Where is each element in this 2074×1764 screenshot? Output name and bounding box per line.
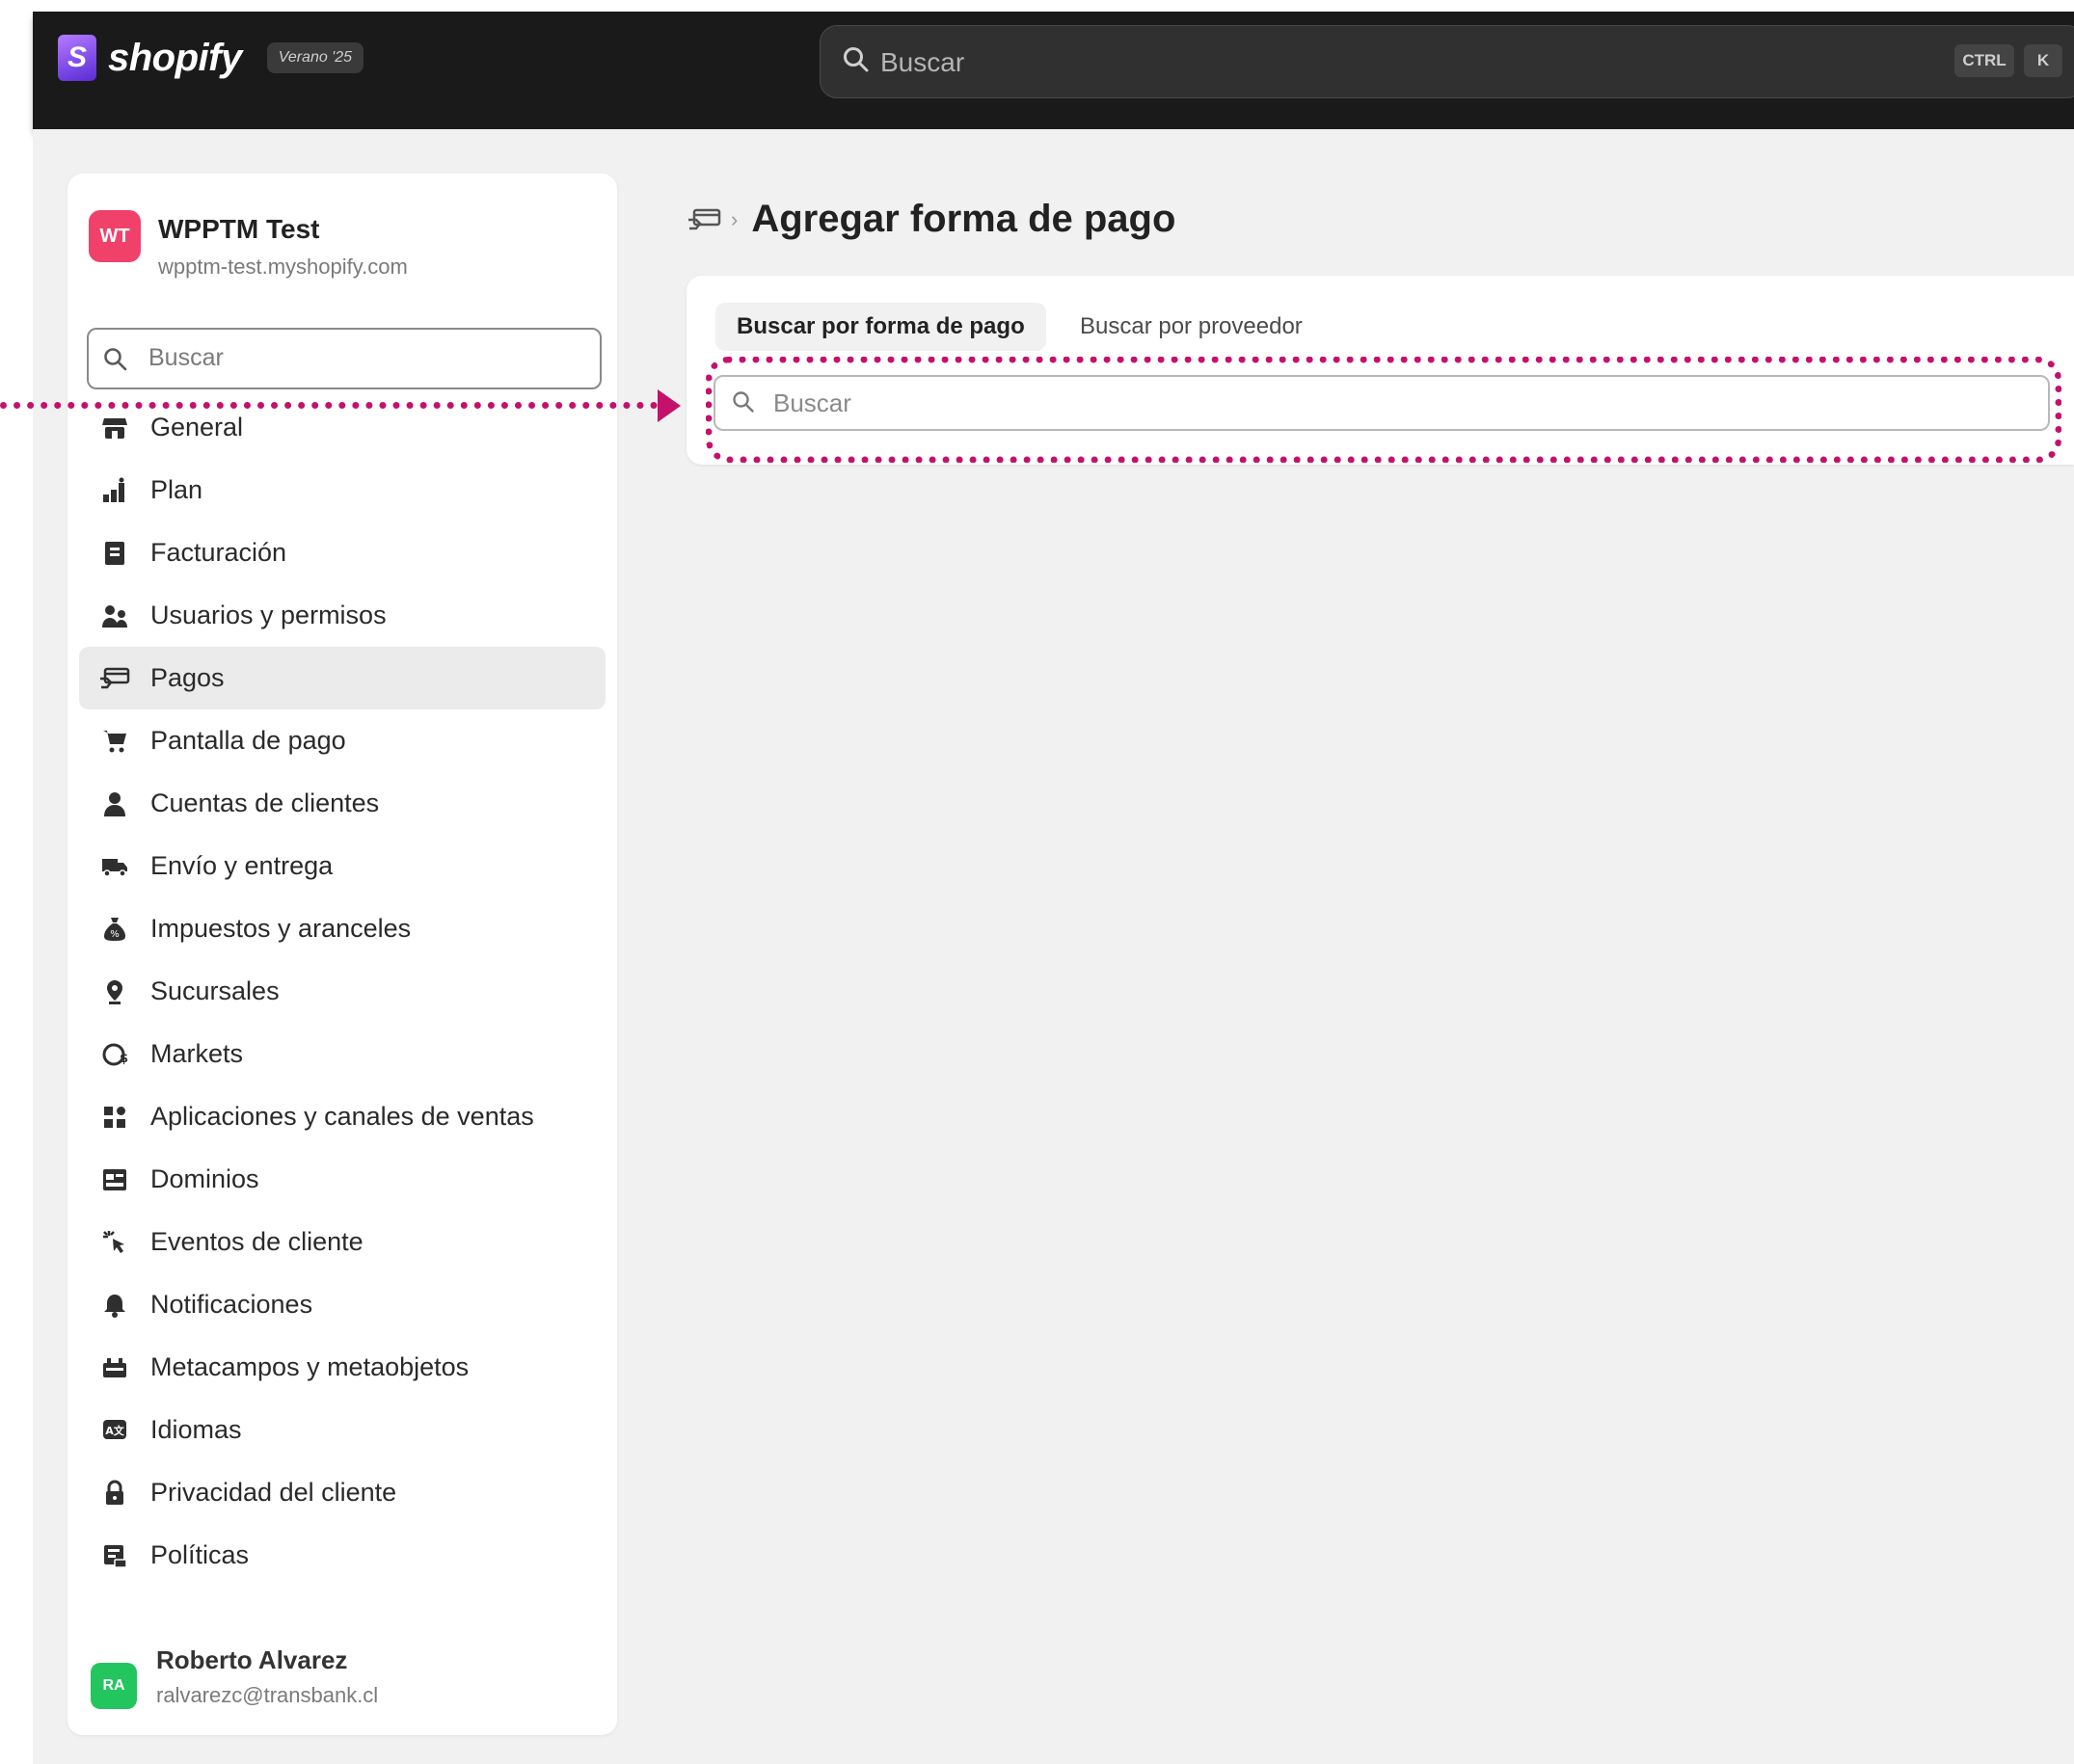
truck-icon xyxy=(98,850,131,883)
domains-icon xyxy=(98,1163,131,1196)
tab-search-by-provider[interactable]: Buscar por proveedor xyxy=(1059,303,1324,351)
user-email: ralvarezc@transbank.cl xyxy=(156,1683,379,1707)
sidebar-item-label: Dominios xyxy=(150,1164,259,1193)
search-icon xyxy=(733,391,754,413)
sidebar-item-label: Plan xyxy=(150,475,203,504)
sidebar-item-domains[interactable]: Dominios xyxy=(67,1148,617,1211)
users-icon xyxy=(98,600,131,632)
settings-nav: General Plan Facturación Usuarios y perm… xyxy=(67,396,617,1587)
store-icon xyxy=(98,412,131,444)
sidebar-item-shipping[interactable]: Envío y entrega xyxy=(67,835,617,897)
sidebar-item-label: Envío y entrega xyxy=(150,851,334,880)
shortcut-k-key: K xyxy=(2024,44,2062,77)
metafields-icon xyxy=(98,1351,131,1384)
page-header: › Agregar forma de pago xyxy=(687,198,1175,241)
sidebar-item-privacy[interactable]: Privacidad del cliente xyxy=(67,1461,617,1524)
sidebar-item-notifications[interactable]: Notificaciones xyxy=(67,1273,617,1336)
sidebar-item-label: Markets xyxy=(150,1039,244,1068)
sidebar-item-checkout[interactable]: Pantalla de pago xyxy=(67,709,617,772)
user-avatar: RA xyxy=(91,1663,137,1709)
payment-search-card: Buscar por forma de pago Buscar por prov… xyxy=(687,276,2074,465)
billing-icon xyxy=(98,537,131,570)
sidebar-item-label: Privacidad del cliente xyxy=(150,1478,397,1507)
search-icon xyxy=(844,47,869,72)
global-search-placeholder: Buscar xyxy=(880,47,965,77)
sidebar-item-apps[interactable]: Aplicaciones y canales de ventas xyxy=(67,1085,617,1148)
sidebar-item-policies[interactable]: Políticas xyxy=(67,1524,617,1587)
sidebar-item-locations[interactable]: Sucursales xyxy=(67,960,617,1023)
user-profile[interactable]: RA Roberto Alvarez ralvarezc@transbank.c… xyxy=(91,1645,378,1709)
global-search-input[interactable]: Buscar CTRL K xyxy=(820,25,2074,98)
tab-search-by-payment-method[interactable]: Buscar por forma de pago xyxy=(715,303,1046,351)
sidebar-item-label: Sucursales xyxy=(150,976,280,1005)
payment-search-input[interactable]: Buscar xyxy=(714,375,2050,431)
shopify-logo[interactable]: S shopify Verano '25 xyxy=(58,35,364,81)
page-title: Agregar forma de pago xyxy=(751,198,1176,240)
sidebar-item-payments[interactable]: Pagos xyxy=(79,647,606,709)
annotation-arrow-line xyxy=(0,402,658,409)
sidebar-item-metafields[interactable]: Metacampos y metaobjetos xyxy=(67,1336,617,1399)
shopify-bag-icon: S xyxy=(58,35,96,81)
svg-text:%: % xyxy=(110,929,120,940)
sidebar-item-customer-events[interactable]: Eventos de cliente xyxy=(67,1211,617,1273)
sidebar-item-label: Notificaciones xyxy=(150,1290,313,1319)
sidebar-item-label: Metacampos y metaobjetos xyxy=(150,1352,470,1381)
sidebar-item-markets[interactable]: $ Markets xyxy=(67,1023,617,1085)
settings-search-placeholder: Buscar xyxy=(148,344,224,371)
sidebar-item-customer-accounts[interactable]: Cuentas de clientes xyxy=(67,772,617,835)
sidebar-item-label: Impuestos y aranceles xyxy=(150,914,412,943)
sidebar-item-label: Cuentas de clientes xyxy=(150,788,380,817)
sidebar-item-label: Usuarios y permisos xyxy=(150,601,387,629)
plan-icon xyxy=(98,474,131,507)
store-url: wpptm-test.myshopify.com xyxy=(158,254,408,279)
logo-text: shopify xyxy=(108,36,242,79)
top-bar: S shopify Verano '25 Buscar CTRL K xyxy=(33,12,2074,129)
events-icon xyxy=(98,1226,131,1259)
apps-icon xyxy=(98,1101,131,1134)
sidebar-item-label: Eventos de cliente xyxy=(150,1227,364,1256)
season-badge: Verano '25 xyxy=(266,42,364,73)
sidebar-item-label: Facturación xyxy=(150,538,287,567)
payments-icon[interactable] xyxy=(687,205,721,234)
sidebar-item-users[interactable]: Usuarios y permisos xyxy=(67,584,617,647)
sidebar-item-billing[interactable]: Facturación xyxy=(67,521,617,584)
sidebar-item-label: Pantalla de pago xyxy=(150,726,346,755)
languages-icon: A文 xyxy=(98,1414,131,1447)
sidebar-item-plan[interactable]: Plan xyxy=(67,459,617,521)
svg-text:$: $ xyxy=(120,1052,128,1066)
user-name: Roberto Alvarez xyxy=(156,1645,348,1674)
payments-icon xyxy=(98,662,131,695)
location-icon xyxy=(98,976,131,1008)
tax-icon: % xyxy=(98,913,131,946)
breadcrumb-chevron-icon: › xyxy=(731,206,739,231)
annotation-arrow-head xyxy=(658,389,681,422)
policies-icon xyxy=(98,1539,131,1572)
store-switcher[interactable]: WT WPPTM Test wpptm-test.myshopify.com xyxy=(89,210,408,280)
shortcut-ctrl-key: CTRL xyxy=(1954,44,2014,77)
sidebar-item-label: Aplicaciones y canales de ventas xyxy=(150,1102,534,1131)
sidebar-item-label: Políticas xyxy=(150,1540,250,1569)
svg-text:A文: A文 xyxy=(105,1424,125,1437)
search-icon xyxy=(104,348,127,371)
sidebar-item-taxes[interactable]: % Impuestos y aranceles xyxy=(67,897,617,960)
sidebar-item-label: Idiomas xyxy=(150,1415,242,1444)
lock-icon xyxy=(98,1477,131,1510)
store-name: WPPTM Test xyxy=(158,214,320,244)
settings-search-input[interactable]: Buscar xyxy=(87,328,602,389)
sidebar-item-label: General xyxy=(150,413,244,441)
bell-icon xyxy=(98,1289,131,1322)
sidebar-item-languages[interactable]: A文 Idiomas xyxy=(67,1399,617,1461)
globe-icon: $ xyxy=(98,1038,131,1071)
sidebar-item-label: Pagos xyxy=(150,663,225,692)
customer-icon xyxy=(98,788,131,820)
store-avatar: WT xyxy=(89,210,141,262)
payment-search-placeholder: Buscar xyxy=(773,388,851,417)
cart-icon xyxy=(98,725,131,758)
